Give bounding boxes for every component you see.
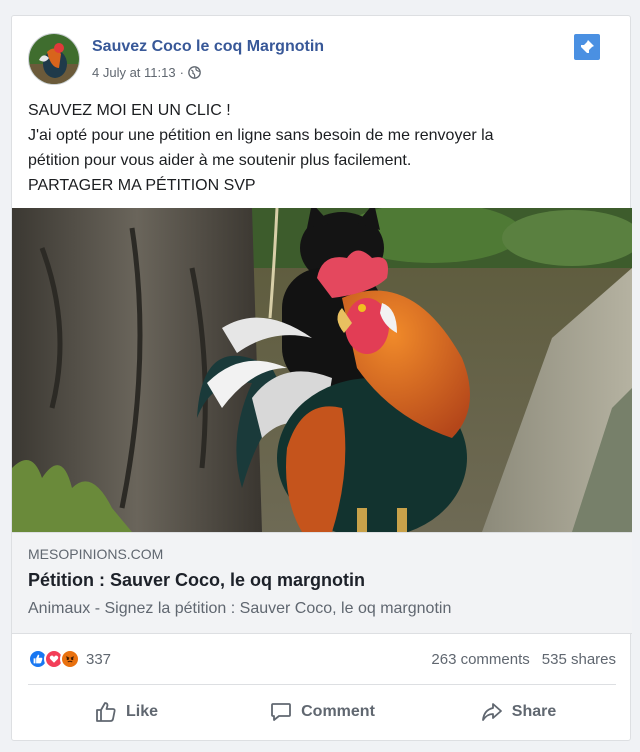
comment-button[interactable]: Comment	[224, 685, 420, 732]
action-bar: Like Comment Share	[28, 684, 616, 732]
post-text-line: J'ai opté pour une pétition en ligne san…	[28, 127, 494, 144]
thumbs-up-icon	[96, 701, 116, 722]
like-button[interactable]: Like	[28, 685, 224, 732]
post-text-line: PARTAGER MA PÉTITION SVP	[28, 177, 256, 194]
meta-separator: ·	[179, 65, 184, 80]
share-icon	[481, 702, 502, 721]
post-meta: 4 July at 11:13 ·	[92, 65, 201, 80]
link-preview[interactable]: MESOPINIONS.COM Pétition : Sauver Coco, …	[12, 532, 632, 634]
reactions-bar: 337 263 comments 535 shares	[28, 647, 616, 671]
link-title[interactable]: Pétition : Sauver Coco, le oq margnotin	[28, 570, 365, 591]
share-label: Share	[511, 702, 557, 720]
globe-icon[interactable]	[188, 66, 201, 79]
post-timestamp[interactable]: 4 July at 11:13	[92, 65, 176, 80]
post-text-line: pétition pour vous aider à me soutenir p…	[28, 152, 412, 169]
comment-label: Comment	[301, 702, 375, 720]
post-text-line: SAUVEZ MOI EN UN CLIC !	[28, 102, 231, 119]
post-photo[interactable]	[12, 208, 632, 532]
like-label: Like	[125, 702, 158, 720]
angry-icon	[60, 649, 80, 669]
reaction-icons[interactable]	[28, 649, 80, 669]
comments-count[interactable]: 263 comments	[431, 651, 529, 668]
post-header: Sauvez Coco le coq Margnotin 4 July at 1…	[12, 16, 630, 94]
link-description: Animaux - Signez la pétition : Sauver Co…	[28, 600, 452, 617]
post-card: Sauvez Coco le coq Margnotin 4 July at 1…	[11, 15, 632, 741]
avatar[interactable]	[28, 33, 80, 85]
link-domain: MESOPINIONS.COM	[28, 546, 164, 562]
reaction-count[interactable]: 337	[86, 651, 111, 668]
pin-icon[interactable]	[574, 34, 600, 60]
shares-count[interactable]: 535 shares	[542, 651, 616, 668]
share-button[interactable]: Share	[420, 685, 616, 732]
post-text: SAUVEZ MOI EN UN CLIC ! J'ai opté pour u…	[28, 98, 618, 198]
page-name-link[interactable]: Sauvez Coco le coq Margnotin	[92, 38, 324, 56]
engagement-counts: 263 comments 535 shares	[431, 651, 616, 668]
comment-icon	[271, 702, 292, 721]
